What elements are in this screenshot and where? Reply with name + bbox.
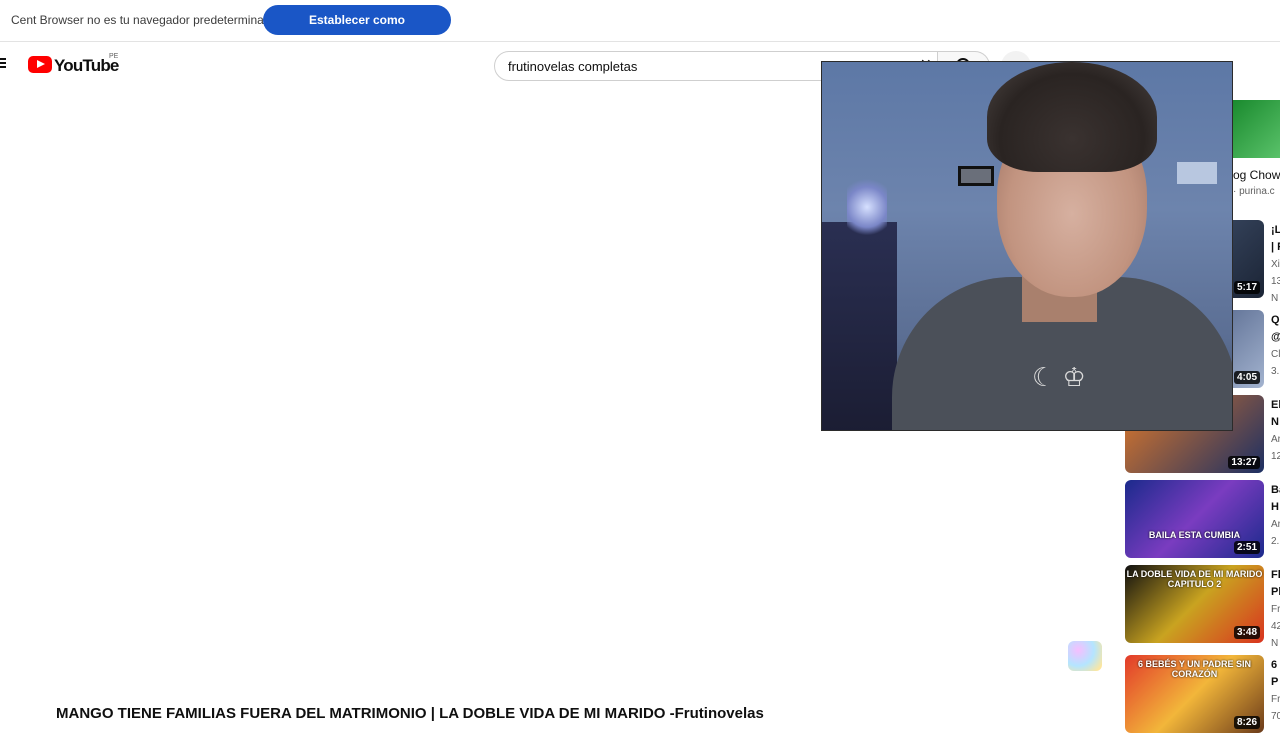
ad-title[interactable]: og Chow: [1233, 168, 1280, 182]
video-thumbnail[interactable]: BAILA ESTA CUMBIA 2:51: [1125, 480, 1264, 558]
video-meta: 13: [1271, 276, 1280, 287]
video-channel[interactable]: Xi: [1271, 256, 1280, 273]
video-title-line2[interactable]: H: [1271, 499, 1280, 516]
video-badge: N: [1271, 293, 1279, 304]
country-code: PE: [109, 53, 119, 60]
video-badge: N: [1271, 638, 1279, 649]
video-title[interactable]: Fl: [1271, 567, 1280, 584]
menu-icon[interactable]: [0, 58, 6, 70]
neon-figure: [847, 172, 887, 242]
video-title[interactable]: 6: [1271, 657, 1280, 674]
video-title[interactable]: Q: [1271, 312, 1280, 329]
video-meta: 12: [1271, 451, 1280, 462]
thumbnail-caption: LA DOBLE VIDA DE MI MARIDO CAPITULO 2: [1126, 569, 1263, 589]
wall-lamp: [958, 166, 994, 186]
video-duration: 8:26: [1233, 716, 1260, 729]
wall-plate: [1177, 162, 1217, 184]
search-input[interactable]: frutinovelas completas: [508, 59, 637, 74]
video-channel[interactable]: Ar: [1271, 431, 1280, 448]
video-title[interactable]: ¡L: [1271, 222, 1280, 239]
video-duration: 3:48: [1233, 626, 1260, 639]
video-duration: 5:17: [1233, 281, 1260, 294]
video-channel[interactable]: Fr: [1271, 601, 1280, 618]
video-title-line2[interactable]: P: [1271, 674, 1280, 691]
video-meta: 42: [1271, 621, 1280, 632]
related-video[interactable]: 6 BEBÉS Y UN PADRE SIN CORAZÓN 8:26 6 P …: [1125, 655, 1280, 733]
default-browser-infobar: Cent Browser no es tu navegador predeter…: [0, 0, 1280, 57]
video-thumbnail[interactable]: 6 BEBÉS Y UN PADRE SIN CORAZÓN 8:26: [1125, 655, 1264, 733]
thumbnail-caption: BAILA ESTA CUMBIA: [1148, 530, 1241, 540]
video-title[interactable]: El: [1271, 397, 1280, 414]
candy-sticker-icon: [1068, 641, 1102, 671]
video-duration: 4:05: [1233, 371, 1260, 384]
main-video-title: MANGO TIENE FAMILIAS FUERA DEL MATRIMONI…: [56, 705, 764, 722]
video-meta: 70: [1271, 711, 1280, 722]
video-meta: 3.: [1271, 366, 1280, 377]
webcam-overlay: ☾ ♔: [821, 61, 1233, 431]
video-meta: 2.: [1271, 536, 1280, 547]
set-default-button[interactable]: Establecer como predeterminado: [263, 5, 451, 57]
ad-thumbnail[interactable]: [1233, 100, 1280, 158]
video-title-line2[interactable]: Pl: [1271, 584, 1280, 601]
related-video[interactable]: LA DOBLE VIDA DE MI MARIDO CAPITULO 2 3:…: [1125, 565, 1280, 649]
video-title-line2[interactable]: | F: [1271, 239, 1280, 256]
infobar-message: Cent Browser no es tu navegador predeter…: [11, 13, 278, 27]
video-title-line2[interactable]: @: [1271, 329, 1280, 346]
video-channel[interactable]: Fr: [1271, 691, 1280, 708]
person-hair: [987, 62, 1157, 172]
video-channel[interactable]: Cl: [1271, 346, 1280, 363]
video-duration: 13:27: [1228, 456, 1260, 469]
video-thumbnail[interactable]: LA DOBLE VIDA DE MI MARIDO CAPITULO 2 3:…: [1125, 565, 1264, 643]
video-title-line2[interactable]: N: [1271, 414, 1280, 431]
thumbnail-caption: 6 BEBÉS Y UN PADRE SIN CORAZÓN: [1137, 659, 1252, 679]
video-duration: 2:51: [1233, 541, 1260, 554]
ad-subtitle: · purina.c: [1233, 186, 1275, 197]
youtube-play-icon: [28, 56, 52, 73]
video-title[interactable]: Ba: [1271, 482, 1280, 499]
related-video[interactable]: BAILA ESTA CUMBIA 2:51 Ba H Ar 2.: [1125, 480, 1280, 558]
shirt-print-icon: ☾ ♔: [1032, 362, 1086, 392]
video-channel[interactable]: Ar: [1271, 516, 1280, 533]
